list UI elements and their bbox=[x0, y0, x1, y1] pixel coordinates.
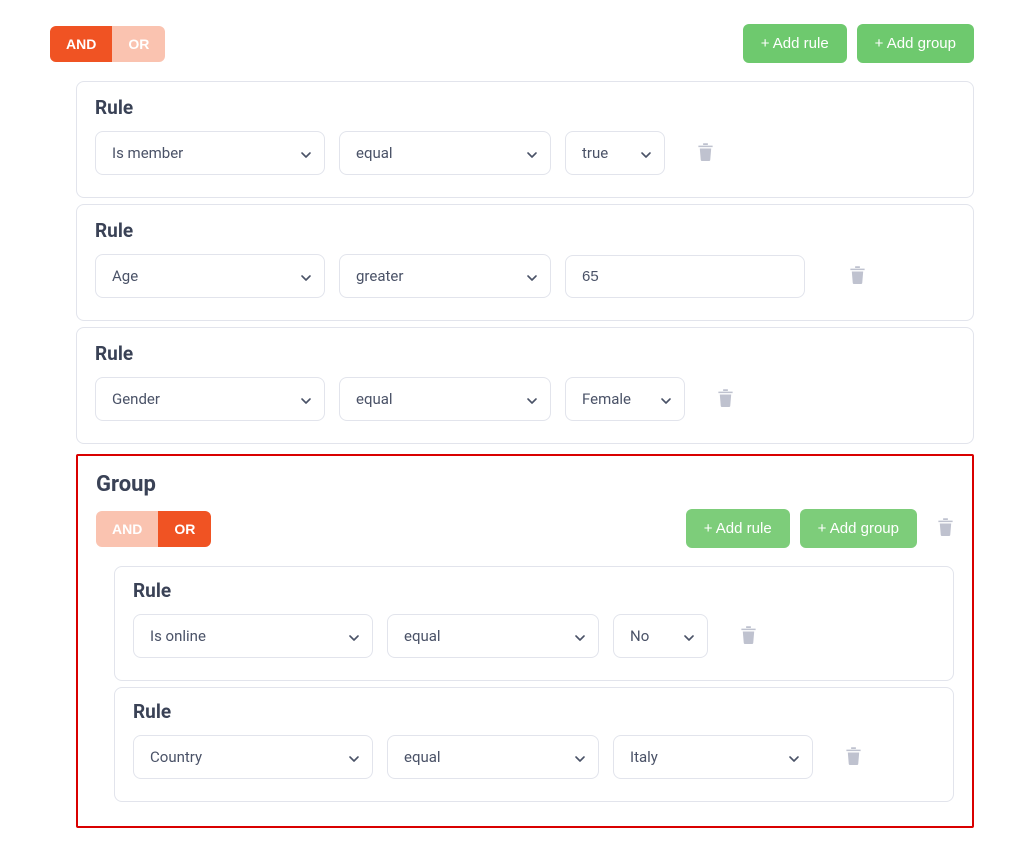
delete-rule-button[interactable] bbox=[717, 388, 734, 411]
field-value: Is member bbox=[112, 144, 183, 162]
value-select[interactable]: Female bbox=[565, 377, 685, 421]
add-rule-button[interactable]: + Add rule bbox=[743, 24, 847, 63]
operator-value: equal bbox=[404, 627, 441, 645]
delete-rule-button[interactable] bbox=[740, 625, 757, 648]
field-select[interactable]: Age bbox=[95, 254, 325, 298]
chevron-down-icon bbox=[348, 751, 360, 763]
field-value: Gender bbox=[112, 390, 160, 408]
field-select[interactable]: Is online bbox=[133, 614, 373, 658]
and-button[interactable]: AND bbox=[50, 26, 112, 62]
field-select[interactable]: Is member bbox=[95, 131, 325, 175]
logic-toggle: AND OR bbox=[96, 511, 211, 547]
chevron-down-icon bbox=[574, 751, 586, 763]
operator-select[interactable]: equal bbox=[387, 614, 599, 658]
field-value: Is online bbox=[150, 627, 206, 645]
operator-select[interactable]: equal bbox=[387, 735, 599, 779]
rule-box: Rule Is member equal true bbox=[76, 81, 974, 198]
chevron-down-icon bbox=[526, 270, 538, 282]
operator-select[interactable]: equal bbox=[339, 377, 551, 421]
chevron-down-icon bbox=[640, 147, 652, 159]
add-group-button[interactable]: + Add group bbox=[857, 24, 974, 63]
rule-box: Rule Gender equal Female bbox=[76, 327, 974, 444]
rule-title: Rule bbox=[95, 219, 955, 242]
add-rule-button[interactable]: + Add rule bbox=[686, 509, 790, 548]
rule-title: Rule bbox=[133, 579, 935, 602]
value-text: Italy bbox=[630, 748, 658, 766]
rule-fields: Age greater bbox=[95, 254, 955, 298]
chevron-down-icon bbox=[526, 393, 538, 405]
value-select[interactable]: No bbox=[613, 614, 708, 658]
or-button[interactable]: OR bbox=[158, 511, 211, 547]
chevron-down-icon bbox=[300, 147, 312, 159]
rule-box: Rule Is online equal No bbox=[114, 566, 954, 681]
delete-rule-button[interactable] bbox=[845, 746, 862, 769]
value-text: true bbox=[582, 144, 608, 162]
group-title: Group bbox=[96, 472, 954, 497]
field-select[interactable]: Gender bbox=[95, 377, 325, 421]
rule-box: Rule Age greater bbox=[76, 204, 974, 321]
top-bar: AND OR + Add rule + Add group bbox=[50, 24, 974, 63]
value-input[interactable] bbox=[565, 255, 805, 298]
operator-value: equal bbox=[356, 390, 393, 408]
field-select[interactable]: Country bbox=[133, 735, 373, 779]
group-box: Group AND OR + Add rule + Add group Rule… bbox=[76, 454, 974, 828]
field-value: Country bbox=[150, 748, 202, 766]
rule-fields: Is online equal No bbox=[133, 614, 935, 658]
value-text: Female bbox=[582, 390, 631, 408]
group-header: AND OR + Add rule + Add group bbox=[96, 509, 954, 548]
chevron-down-icon bbox=[300, 270, 312, 282]
field-value: Age bbox=[112, 267, 138, 285]
rule-box: Rule Country equal Italy bbox=[114, 687, 954, 802]
operator-select[interactable]: greater bbox=[339, 254, 551, 298]
rule-title: Rule bbox=[95, 96, 955, 119]
operator-select[interactable]: equal bbox=[339, 131, 551, 175]
operator-value: greater bbox=[356, 267, 403, 285]
rule-fields: Country equal Italy bbox=[133, 735, 935, 779]
or-button[interactable]: OR bbox=[112, 26, 165, 62]
delete-rule-button[interactable] bbox=[697, 142, 714, 165]
rule-fields: Is member equal true bbox=[95, 131, 955, 175]
delete-group-button[interactable] bbox=[937, 517, 954, 540]
chevron-down-icon bbox=[300, 393, 312, 405]
value-text: No bbox=[630, 627, 649, 645]
and-button[interactable]: AND bbox=[96, 511, 158, 547]
chevron-down-icon bbox=[348, 630, 360, 642]
chevron-down-icon bbox=[683, 630, 695, 642]
chevron-down-icon bbox=[788, 751, 800, 763]
logic-toggle: AND OR bbox=[50, 26, 165, 62]
top-actions: + Add rule + Add group bbox=[743, 24, 974, 63]
chevron-down-icon bbox=[574, 630, 586, 642]
operator-value: equal bbox=[356, 144, 393, 162]
value-select[interactable]: true bbox=[565, 131, 665, 175]
chevron-down-icon bbox=[660, 393, 672, 405]
value-select[interactable]: Italy bbox=[613, 735, 813, 779]
group-actions: + Add rule + Add group bbox=[686, 509, 954, 548]
chevron-down-icon bbox=[526, 147, 538, 159]
add-group-button[interactable]: + Add group bbox=[800, 509, 917, 548]
rule-fields: Gender equal Female bbox=[95, 377, 955, 421]
operator-value: equal bbox=[404, 748, 441, 766]
rule-title: Rule bbox=[95, 342, 955, 365]
delete-rule-button[interactable] bbox=[849, 265, 866, 288]
rule-title: Rule bbox=[133, 700, 935, 723]
